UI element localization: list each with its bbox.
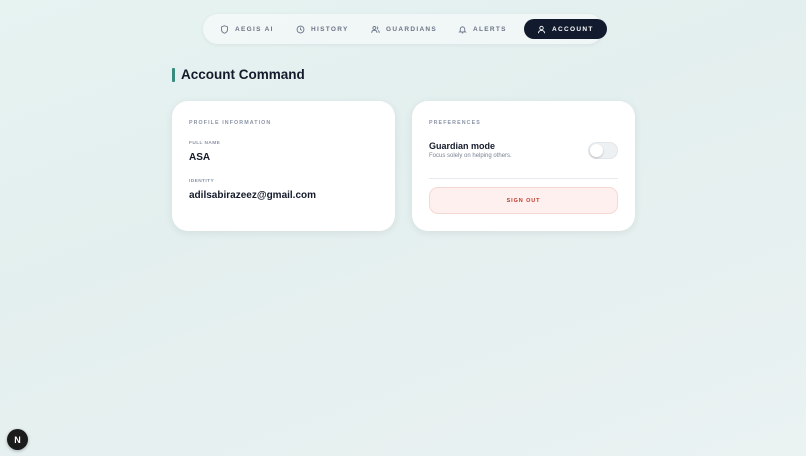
users-icon — [371, 25, 380, 33]
nav-item-aegis-ai[interactable]: AEGIS AI — [220, 19, 274, 39]
page-title: Account Command — [181, 67, 305, 82]
profile-section-label: PROFILE INFORMATION — [189, 120, 272, 126]
guardian-mode-description: Focus solely on helping others. — [429, 153, 512, 159]
nav-label-aegis-ai: AEGIS AI — [235, 25, 274, 33]
nav-item-account[interactable]: ACCOUNT — [524, 19, 607, 39]
nav-item-alerts[interactable]: ALERTS — [458, 19, 507, 39]
identity-label: IDENTITY — [189, 179, 215, 184]
top-nav: AEGIS AI HISTORY GUARDIANS ALERTS ACCOUN… — [203, 14, 607, 44]
sign-out-button[interactable]: SIGN OUT — [429, 187, 618, 214]
guardian-mode-toggle[interactable] — [588, 142, 618, 159]
divider — [429, 178, 618, 179]
identity-value: adilsabirazeez@gmail.com — [189, 190, 317, 201]
preferences-section-label: PREFERENCES — [429, 120, 481, 126]
full-name-label: FULL NAME — [189, 141, 221, 146]
profile-card: PROFILE INFORMATION FULL NAME ASA IDENTI… — [172, 101, 395, 231]
guardian-mode-title: Guardian mode — [429, 141, 496, 151]
bell-icon — [458, 25, 467, 33]
title-accent-bar — [172, 67, 175, 82]
nav-item-history[interactable]: HISTORY — [296, 19, 349, 39]
user-icon — [538, 25, 545, 33]
clock-icon — [296, 25, 305, 33]
page-header: Account Command — [172, 67, 305, 82]
nav-item-guardians[interactable]: GUARDIANS — [371, 19, 437, 39]
full-name-value: ASA — [189, 152, 211, 163]
nav-label-guardians: GUARDIANS — [386, 25, 438, 33]
nav-label-account: ACCOUNT — [552, 25, 594, 33]
nav-label-alerts: ALERTS — [473, 25, 507, 33]
nav-label-history: HISTORY — [311, 25, 349, 33]
toggle-knob — [590, 144, 603, 157]
n-badge-button[interactable]: N — [7, 429, 28, 450]
shield-icon — [221, 24, 228, 34]
preferences-card: PREFERENCES Guardian mode Focus solely o… — [412, 101, 635, 231]
